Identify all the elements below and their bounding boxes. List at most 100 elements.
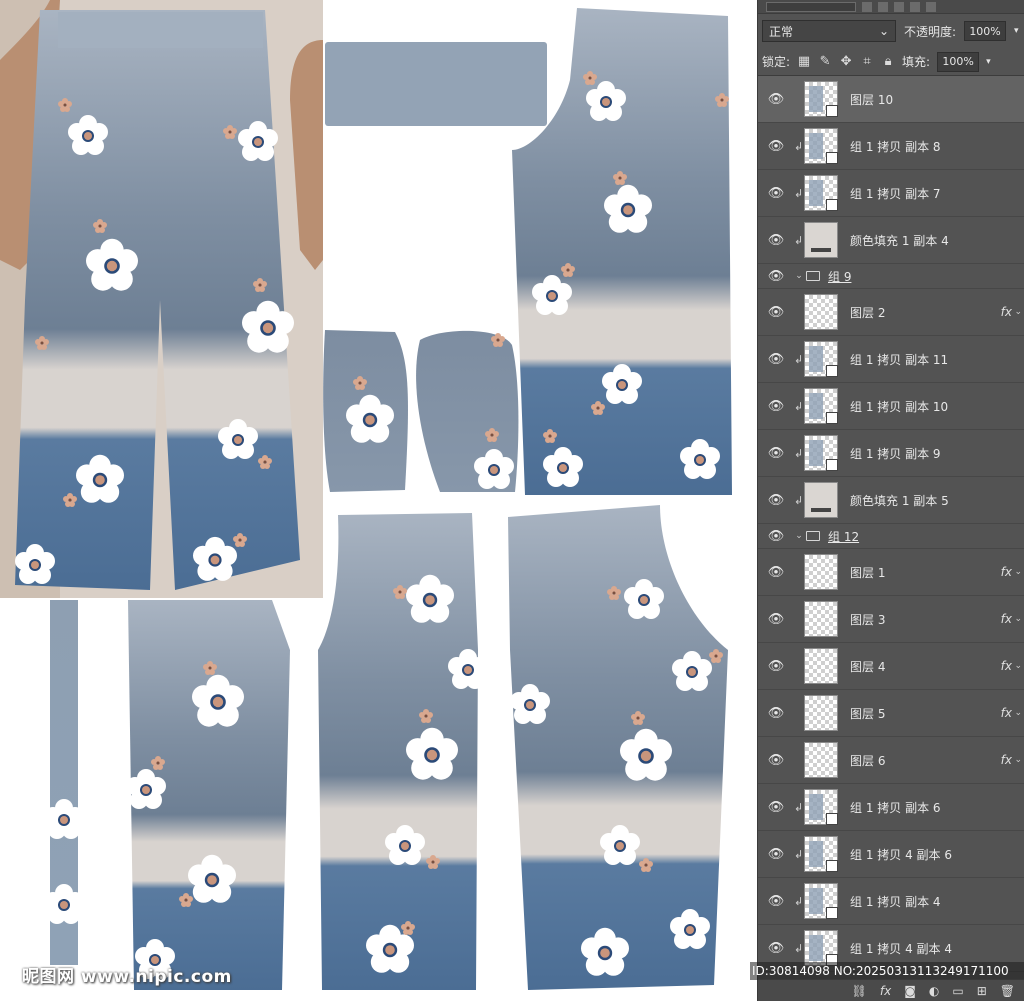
eye-icon[interactable]: 👁︎: [758, 847, 794, 862]
layer-name[interactable]: 图层 4: [850, 658, 885, 675]
mask-icon[interactable]: ◙: [904, 984, 916, 998]
eye-icon[interactable]: 👁︎: [758, 894, 794, 909]
new-group-icon[interactable]: ▭: [952, 984, 963, 998]
layer-name[interactable]: 组 1 拷贝 副本 4: [850, 893, 941, 910]
layer-row[interactable]: 👁︎ ↲ 组 1 拷贝 副本 4: [758, 878, 1024, 925]
eye-icon[interactable]: 👁︎: [758, 233, 794, 248]
adjustment-icon[interactable]: ◐: [929, 984, 939, 998]
layer-name[interactable]: 图层 3: [850, 611, 885, 628]
eye-icon[interactable]: 👁︎: [758, 352, 794, 367]
blend-mode-select[interactable]: 正常 ⌄: [762, 20, 896, 42]
new-layer-icon[interactable]: ⊞: [977, 984, 987, 998]
layer-row[interactable]: 👁︎ ↲ 组 1 拷贝 副本 8: [758, 123, 1024, 170]
group-expand-icon[interactable]: ⌄: [794, 271, 804, 281]
eye-icon[interactable]: 👁︎: [758, 186, 794, 201]
layer-name[interactable]: 组 1 拷贝 副本 8: [850, 138, 941, 155]
layer-name[interactable]: 组 1 拷贝 4 副本 4: [850, 940, 952, 957]
layer-thumbnail[interactable]: [804, 554, 838, 590]
effects-expand-icon[interactable]: ⌄: [1014, 661, 1022, 671]
layer-filter-select[interactable]: [766, 1, 856, 12]
layer-name[interactable]: 图层 5: [850, 705, 885, 722]
eye-icon[interactable]: 👁︎: [758, 941, 794, 956]
lock-brush-icon[interactable]: ✎: [818, 54, 832, 69]
layer-thumbnail[interactable]: [804, 789, 838, 825]
layer-thumbnail[interactable]: [804, 222, 838, 258]
fx-icon[interactable]: fx: [880, 984, 891, 998]
lock-move-icon[interactable]: ✥: [839, 54, 853, 69]
filter-shape-icon[interactable]: [910, 1, 920, 12]
layer-thumbnail[interactable]: [804, 601, 838, 637]
opacity-input[interactable]: 100%: [964, 21, 1007, 41]
layer-thumbnail[interactable]: [804, 883, 838, 919]
layer-name[interactable]: 图层 2: [850, 304, 885, 321]
effects-expand-icon[interactable]: ⌄: [1014, 307, 1022, 317]
effects-expand-icon[interactable]: ⌄: [1014, 614, 1022, 624]
filter-pixel-icon[interactable]: [862, 1, 872, 12]
design-canvas[interactable]: 昵图网 www.nipic.com: [0, 0, 757, 1001]
layer-row[interactable]: 👁︎ 图层 4 fx ⌄: [758, 643, 1024, 690]
layer-row[interactable]: 👁︎ ↲ 组 1 拷贝 副本 7: [758, 170, 1024, 217]
filter-smart-icon[interactable]: [926, 1, 936, 12]
eye-icon[interactable]: 👁︎: [758, 659, 794, 674]
layer-thumbnail[interactable]: [804, 648, 838, 684]
layer-name[interactable]: 组 1 拷贝 4 副本 6: [850, 846, 952, 863]
layer-row[interactable]: 👁︎ ↲ 组 1 拷贝 副本 6: [758, 784, 1024, 831]
layer-thumbnail[interactable]: [804, 341, 838, 377]
layer-thumbnail[interactable]: [804, 435, 838, 471]
effects-expand-icon[interactable]: ⌄: [1014, 755, 1022, 765]
layer-effects-icon[interactable]: fx: [1001, 612, 1012, 626]
eye-icon[interactable]: 👁︎: [758, 493, 794, 508]
lock-artboard-icon[interactable]: ⌗: [860, 54, 874, 69]
layer-row[interactable]: 👁︎ ↲ 组 1 拷贝 副本 11: [758, 336, 1024, 383]
layer-name[interactable]: 颜色填充 1 副本 5: [850, 492, 949, 509]
eye-icon[interactable]: 👁︎: [758, 612, 794, 627]
eye-icon[interactable]: 👁︎: [758, 399, 794, 414]
layer-name[interactable]: 组 1 拷贝 副本 10: [850, 398, 948, 415]
layer-thumbnail[interactable]: [804, 695, 838, 731]
group-expand-icon[interactable]: ⌄: [794, 531, 804, 541]
layer-name[interactable]: 组 1 拷贝 副本 11: [850, 351, 948, 368]
layer-name[interactable]: 图层 1: [850, 564, 885, 581]
eye-icon[interactable]: 👁︎: [758, 446, 794, 461]
layer-group-row[interactable]: 👁︎ ⌄ 组 9: [758, 264, 1024, 289]
effects-expand-icon[interactable]: ⌄: [1014, 567, 1022, 577]
layer-row[interactable]: 👁︎ 图层 5 fx ⌄: [758, 690, 1024, 737]
layer-thumbnail[interactable]: [804, 482, 838, 518]
fill-input[interactable]: 100%: [937, 51, 980, 72]
eye-icon[interactable]: 👁︎: [758, 706, 794, 721]
layer-thumbnail[interactable]: [804, 294, 838, 330]
layer-row[interactable]: 👁︎ ↲ 组 1 拷贝 副本 9: [758, 430, 1024, 477]
layer-row[interactable]: 👁︎ 图层 10: [758, 76, 1024, 123]
layer-name[interactable]: 组 1 拷贝 副本 6: [850, 799, 941, 816]
layer-name[interactable]: 图层 6: [850, 752, 885, 769]
lock-transparent-icon[interactable]: ▦: [797, 54, 811, 69]
lock-all-icon[interactable]: 🔒︎: [881, 54, 895, 69]
fill-chevron-icon[interactable]: ▾: [986, 57, 991, 67]
eye-icon[interactable]: 👁︎: [758, 800, 794, 815]
eye-icon[interactable]: 👁︎: [758, 139, 794, 154]
layer-row[interactable]: 👁︎ 图层 2 fx ⌄: [758, 289, 1024, 336]
layer-effects-icon[interactable]: fx: [1001, 706, 1012, 720]
opacity-chevron-icon[interactable]: ▾: [1014, 26, 1019, 36]
layer-name[interactable]: 组 1 拷贝 副本 7: [850, 185, 941, 202]
eye-icon[interactable]: 👁︎: [758, 529, 794, 544]
filter-type-icon[interactable]: [894, 1, 904, 12]
layer-name[interactable]: 颜色填充 1 副本 4: [850, 232, 949, 249]
eye-icon[interactable]: 👁︎: [758, 92, 794, 107]
layer-group-row[interactable]: 👁︎ ⌄ 组 12: [758, 524, 1024, 549]
layer-row[interactable]: 👁︎ 图层 6 fx ⌄: [758, 737, 1024, 784]
layer-effects-icon[interactable]: fx: [1001, 753, 1012, 767]
layer-row[interactable]: 👁︎ ↲ 颜色填充 1 副本 4: [758, 217, 1024, 264]
eye-icon[interactable]: 👁︎: [758, 565, 794, 580]
filter-adjust-icon[interactable]: [878, 1, 888, 12]
layer-name[interactable]: 组 1 拷贝 副本 9: [850, 445, 941, 462]
layer-effects-icon[interactable]: fx: [1001, 659, 1012, 673]
eye-icon[interactable]: 👁︎: [758, 305, 794, 320]
eye-icon[interactable]: 👁︎: [758, 753, 794, 768]
layer-row[interactable]: 👁︎ ↲ 组 1 拷贝 副本 10: [758, 383, 1024, 430]
layer-name[interactable]: 组 9: [828, 268, 851, 285]
layer-thumbnail[interactable]: [804, 836, 838, 872]
layer-name[interactable]: 图层 10: [850, 91, 893, 108]
layer-thumbnail[interactable]: [804, 175, 838, 211]
layer-row[interactable]: 👁︎ ↲ 组 1 拷贝 4 副本 6: [758, 831, 1024, 878]
